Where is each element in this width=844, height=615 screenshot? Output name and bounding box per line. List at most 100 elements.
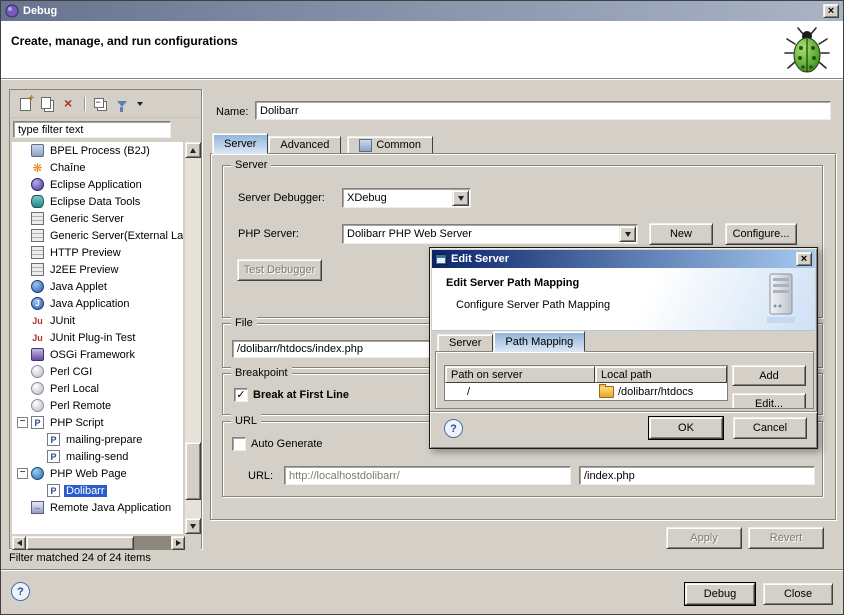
tree-item[interactable]: − PHP Web Page — [12, 465, 183, 482]
new-configuration-button[interactable] — [15, 95, 35, 113]
ok-button-label: OK — [678, 422, 694, 434]
tree-item[interactable]: Generic Server — [12, 210, 183, 227]
name-input[interactable] — [255, 101, 831, 120]
help-button[interactable]: ? — [11, 582, 30, 601]
main-tabs: Server Advanced Common — [212, 134, 433, 154]
tab-server[interactable]: Server — [212, 133, 268, 154]
tree-item[interactable]: Remote Java Application — [12, 499, 183, 516]
scrollbar-corner — [185, 536, 201, 550]
tree-item[interactable]: Perl Local — [12, 380, 183, 397]
server-group-title: Server — [231, 158, 271, 172]
tree-item-label: Perl CGI — [48, 366, 94, 378]
tree-item-label: Perl Remote — [48, 400, 113, 412]
delete-configuration-button[interactable] — [59, 95, 79, 113]
tree-item[interactable]: Eclipse Application — [12, 176, 183, 193]
banner: Create, manage, and run configurations — [1, 21, 843, 78]
tree-item[interactable]: Perl Remote — [12, 397, 183, 414]
revert-button[interactable]: Revert — [748, 527, 824, 549]
tab-advanced[interactable]: Advanced — [268, 136, 341, 154]
scroll-down-button[interactable] — [185, 518, 201, 534]
banner-title: Create, manage, and run configurations — [11, 34, 238, 48]
arrow-down-icon — [190, 524, 196, 529]
mapping-row[interactable]: //dolibarr/htdocs — [445, 383, 727, 400]
vertical-scroll-thumb[interactable] — [185, 442, 201, 500]
filter-menu-button[interactable] — [134, 95, 145, 113]
test-debugger-button[interactable]: Test Debugger — [237, 259, 322, 281]
tree-item-label: BPEL Process (B2J) — [48, 145, 152, 157]
filter-input[interactable] — [13, 121, 171, 138]
apply-button[interactable]: Apply — [666, 527, 742, 549]
local-path-text: /dolibarr/htdocs — [618, 386, 693, 398]
tree-item[interactable]: BPEL Process (B2J) — [12, 142, 183, 159]
column-path-on-server[interactable]: Path on server — [445, 366, 595, 383]
perl-remote-icon — [31, 399, 44, 412]
tree-item[interactable]: Chaîne — [12, 159, 183, 176]
server-debugger-dropdown-button[interactable] — [452, 190, 469, 206]
tree-item[interactable]: HTTP Preview — [12, 244, 183, 261]
filter-configurations-button[interactable] — [112, 95, 132, 113]
edit-mapping-button[interactable]: Edit... — [732, 393, 806, 409]
scroll-up-button[interactable] — [185, 142, 201, 158]
dialog-help-button[interactable]: ? — [444, 419, 463, 438]
toolbar-separator — [84, 97, 85, 111]
tree-item[interactable]: JUnit — [12, 312, 183, 329]
tree-item[interactable]: mailing-send — [12, 448, 183, 465]
perl-local-icon — [31, 382, 44, 395]
tree-item[interactable]: Generic Server(External La — [12, 227, 183, 244]
server-debugger-combo[interactable]: XDebug — [342, 188, 471, 208]
tree-item[interactable]: Perl CGI — [12, 363, 183, 380]
tree-item[interactable]: JUnit Plug-in Test — [12, 329, 183, 346]
duplicate-configuration-button[interactable] — [37, 95, 57, 113]
new-server-button[interactable]: New — [649, 223, 713, 245]
url-path-input[interactable] — [579, 466, 815, 485]
http-preview-icon — [31, 246, 44, 259]
tree-item[interactable]: Java Application — [12, 295, 183, 312]
tree-item[interactable]: Java Applet — [12, 278, 183, 295]
auto-generate-checkbox[interactable] — [232, 437, 246, 451]
java-applet-icon — [31, 280, 44, 293]
close-button[interactable]: Close — [763, 583, 833, 605]
banner-separator — [1, 78, 843, 79]
horizontal-scroll-thumb[interactable] — [26, 536, 134, 550]
common-tab-icon — [359, 139, 372, 152]
collapse-expander-icon[interactable]: − — [17, 468, 28, 479]
base-url-input[interactable] — [284, 466, 571, 485]
dialog-tab-path-mapping[interactable]: Path Mapping — [493, 331, 585, 352]
arrow-right-icon — [176, 540, 181, 546]
apply-button-label: Apply — [690, 532, 718, 544]
configure-server-button[interactable]: Configure... — [725, 223, 797, 245]
php-server-combo[interactable]: Dolibarr PHP Web Server — [342, 224, 638, 244]
dialog-close-button[interactable]: × — [796, 252, 812, 266]
collapse-expander-icon[interactable]: − — [17, 417, 28, 428]
breakpoint-group-title: Breakpoint — [231, 366, 292, 380]
tree-item[interactable]: Eclipse Data Tools — [12, 193, 183, 210]
dialog-tab-server[interactable]: Server — [437, 334, 493, 352]
php-server-dropdown-button[interactable] — [619, 226, 636, 242]
collapse-all-button[interactable] — [90, 95, 110, 113]
window-close-button[interactable]: × — [823, 4, 839, 18]
debug-button[interactable]: Debug — [685, 583, 755, 605]
help-icon: ? — [17, 586, 24, 598]
tree-item[interactable]: Dolibarr — [12, 482, 183, 499]
tree-item[interactable]: mailing-prepare — [12, 431, 183, 448]
name-label: Name: — [216, 106, 248, 118]
scroll-right-button[interactable] — [171, 536, 185, 550]
data-tools-icon — [31, 195, 44, 208]
cancel-button[interactable]: Cancel — [733, 417, 807, 439]
configurations-tree: BPEL Process (B2J) ChaîneEclipse Applicat… — [12, 142, 183, 534]
tree-item-label: PHP Web Page — [48, 468, 129, 480]
tree-item-label: PHP Script — [48, 417, 106, 429]
ok-button[interactable]: OK — [649, 417, 723, 439]
cancel-button-label: Cancel — [753, 422, 787, 434]
tree-item[interactable]: OSGi Framework — [12, 346, 183, 363]
column-local-path[interactable]: Local path — [595, 366, 727, 383]
tab-common[interactable]: Common — [347, 136, 433, 154]
tree-item[interactable]: − PHP Script — [12, 414, 183, 431]
new-configuration-icon — [20, 98, 31, 111]
add-mapping-button[interactable]: Add — [732, 365, 806, 386]
php-web-icon — [31, 467, 44, 480]
scroll-left-button[interactable] — [12, 536, 26, 550]
break-first-line-checkbox[interactable] — [234, 388, 248, 402]
tree-item[interactable]: J2EE Preview — [12, 261, 183, 278]
chaine-icon — [31, 161, 44, 174]
